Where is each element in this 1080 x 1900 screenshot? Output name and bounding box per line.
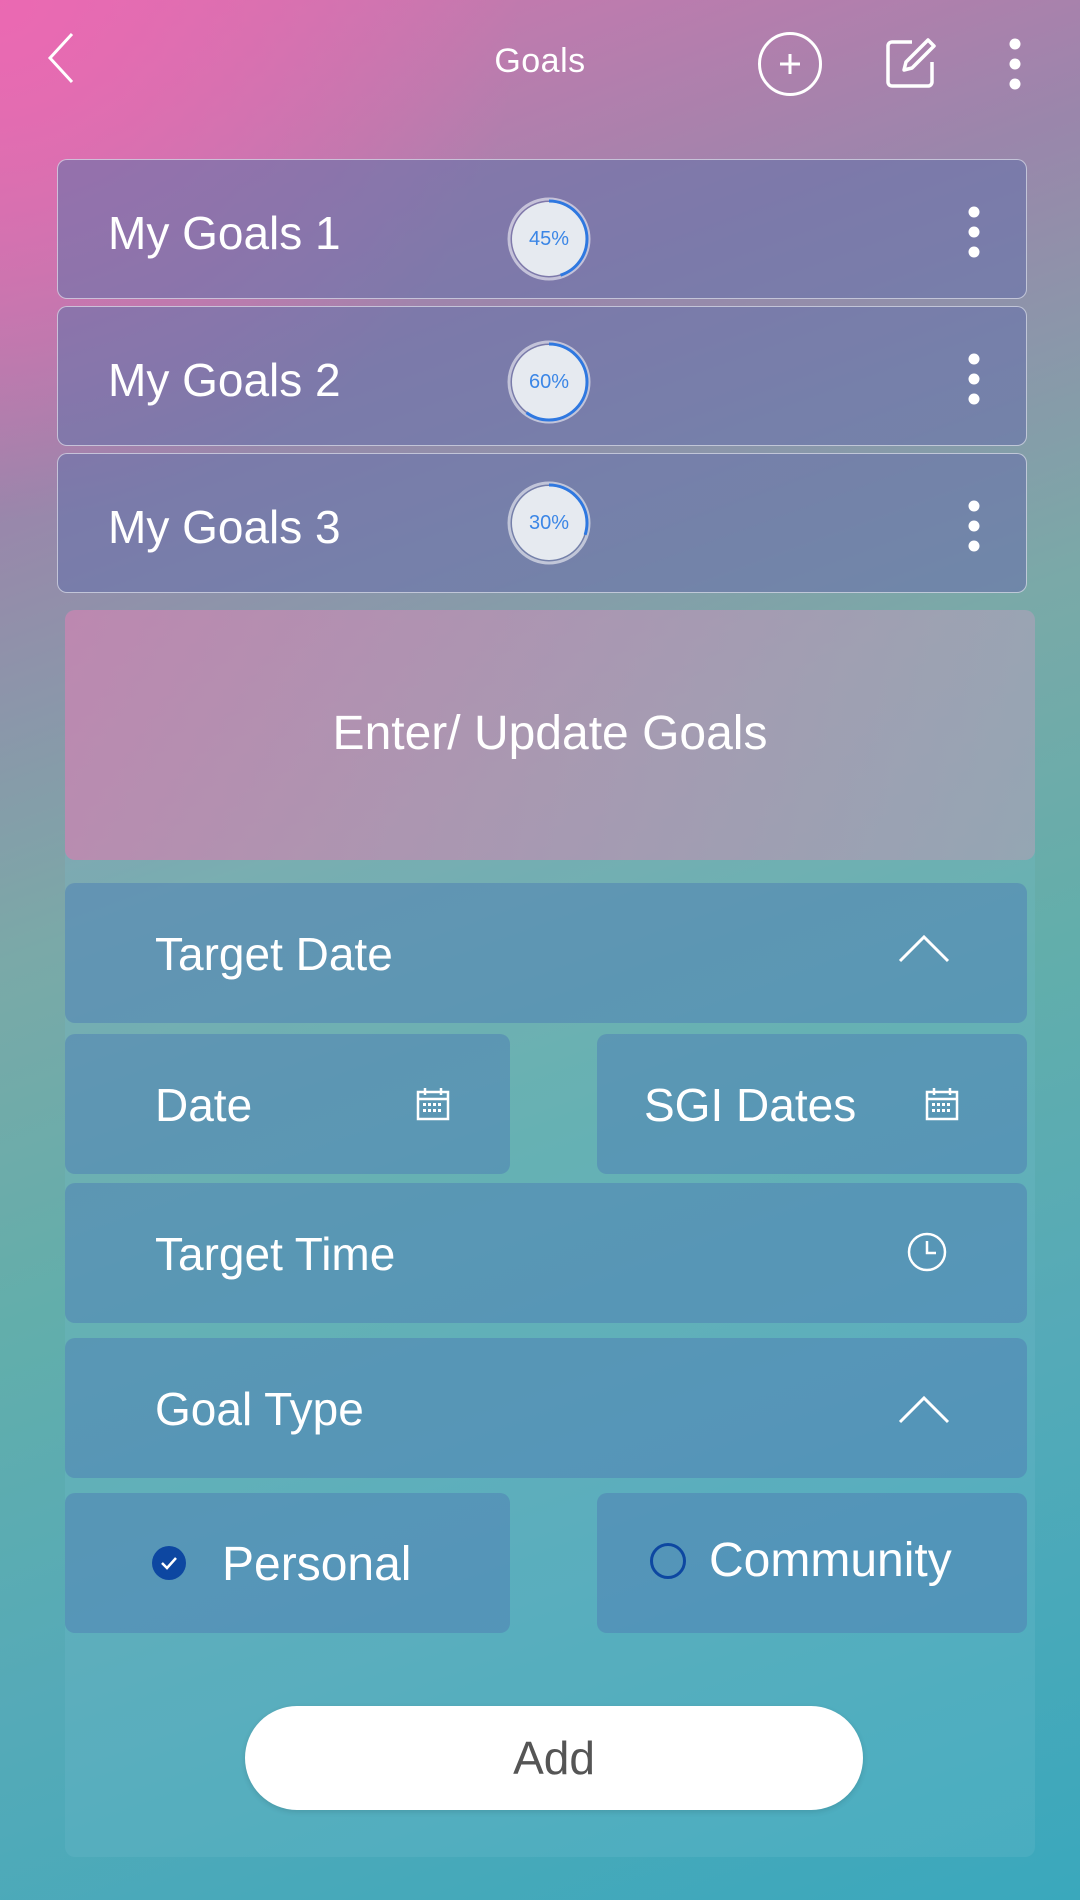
add-button-label: Add (513, 1732, 595, 1784)
date-field[interactable]: Date (65, 1034, 510, 1174)
radio-checked-icon[interactable] (151, 1545, 187, 1581)
goal-percent: 45% (528, 228, 570, 250)
goal-menu-button[interactable] (962, 498, 986, 554)
goal-menu-button[interactable] (962, 351, 986, 407)
goal-name: My Goals 2 (108, 354, 341, 406)
goal-progress-ring: 60% (506, 339, 592, 425)
target-time-field[interactable]: Target Time (65, 1183, 1027, 1323)
goal-progress-ring: 30% (506, 480, 592, 566)
personal-label: Personal (222, 1538, 412, 1591)
goal-row[interactable]: My Goals 3 30% (57, 453, 1027, 593)
goal-name: My Goals 1 (108, 207, 341, 259)
community-radio-option[interactable]: Community (597, 1493, 1027, 1633)
personal-radio-option[interactable]: Personal (65, 1493, 510, 1633)
more-vertical-icon (1009, 38, 1021, 90)
radio-unchecked-icon[interactable] (649, 1542, 687, 1580)
community-label: Community (709, 1534, 952, 1587)
chevron-up-icon (898, 1395, 950, 1424)
goal-row[interactable]: My Goals 1 45% (57, 159, 1027, 299)
calendar-icon (416, 1088, 450, 1121)
goal-name: My Goals 3 (108, 501, 341, 553)
add-goal-button[interactable] (758, 32, 822, 96)
sgi-dates-label: SGI Dates (644, 1079, 857, 1131)
add-button[interactable]: Add (245, 1706, 863, 1810)
goal-progress-ring: 45% (506, 196, 592, 282)
chevron-up-icon (898, 934, 950, 963)
target-date-section[interactable]: Target Date (65, 883, 1027, 1023)
goal-percent: 60% (528, 371, 570, 393)
more-vertical-icon (968, 206, 980, 258)
sgi-dates-field[interactable]: SGI Dates (597, 1034, 1027, 1174)
edit-button[interactable] (884, 34, 940, 90)
goal-type-label: Goal Type (155, 1383, 364, 1435)
date-label: Date (155, 1079, 253, 1131)
form-header: Enter/ Update Goals (65, 610, 1035, 860)
edit-pencil-icon (886, 38, 936, 88)
more-vertical-icon (968, 353, 980, 405)
goal-percent: 30% (528, 512, 570, 534)
calendar-icon (925, 1088, 959, 1121)
more-vertical-icon (968, 500, 980, 552)
goal-row[interactable]: My Goals 2 60% (57, 306, 1027, 446)
goal-menu-button[interactable] (962, 204, 986, 260)
clock-icon (907, 1232, 947, 1272)
form-heading: Enter/ Update Goals (332, 707, 768, 760)
top-app-bar: Goals (0, 0, 1080, 130)
overflow-menu-button[interactable] (1000, 36, 1030, 92)
target-date-label: Target Date (155, 928, 393, 980)
target-time-label: Target Time (155, 1228, 396, 1280)
goal-type-section[interactable]: Goal Type (65, 1338, 1027, 1478)
plus-icon (780, 54, 800, 74)
